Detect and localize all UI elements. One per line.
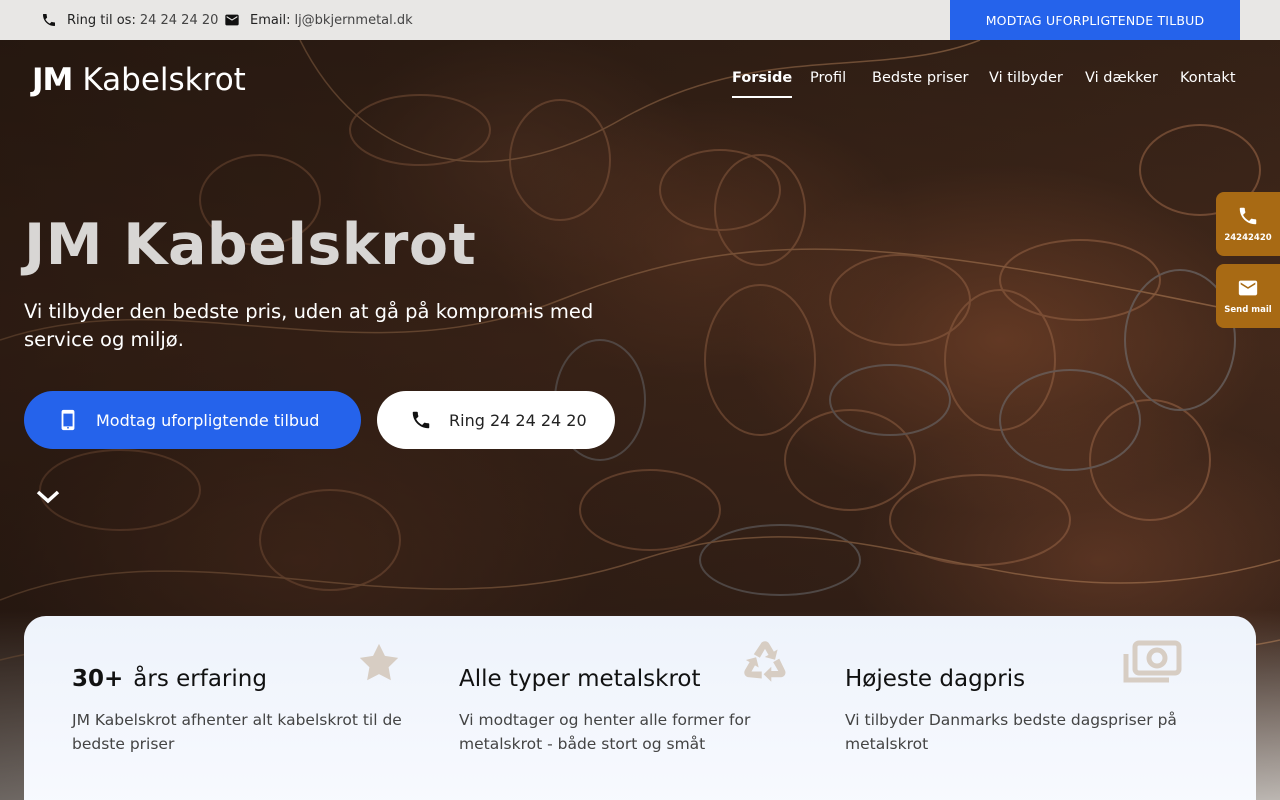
side-phone-label: 24242420 [1224,233,1272,243]
hero-quote-button-label: Modtag uforpligtende tilbud [96,410,320,430]
money-icon [1123,640,1182,683]
phone-contact[interactable]: Ring til os: 24 24 24 20 [41,0,218,40]
feature-title: 30+ års erfaring [72,666,267,692]
side-mail-widget[interactable]: Send mail [1216,264,1280,328]
side-phone-widget[interactable]: 24242420 [1216,192,1280,256]
scroll-down-chevron-icon[interactable] [35,487,61,507]
feature-text: Vi modtager og henter alle former for me… [459,711,751,753]
feature-experience: 30+ års erfaring JM Kabelskrot afhenter a… [72,616,432,800]
side-mail-label: Send mail [1224,305,1272,315]
feature-best-price: Højeste dagpris Vi tilbyder Danmarks bed… [845,616,1205,800]
top-bar: Ring til os: 24 24 24 20 Email: lj@bkjer… [0,0,1280,40]
smartphone-icon [61,409,75,431]
feature-title: Alle typer metalskrot [459,666,701,692]
feature-text: JM Kabelskrot afhenter alt kabelskrot ti… [72,711,402,753]
mail-icon [225,14,239,26]
hero-quote-button[interactable]: Modtag uforpligtende tilbud [24,391,361,449]
phone-icon [43,14,55,26]
phone-icon [412,411,430,429]
hero-call-button-label: Ring 24 24 24 20 [449,410,587,430]
nav-item-profil[interactable]: Profil [810,70,846,86]
features-card: 30+ års erfaring JM Kabelskrot afhenter a… [24,616,1256,800]
top-cta-button[interactable]: MODTAG UFORPLIGTENDE TILBUD [950,0,1240,40]
phone-label: Ring til os: [67,12,136,28]
hero-title: JM Kabelskrot [24,212,477,278]
nav-item-vi-daekker[interactable]: Vi dækker [1085,70,1158,86]
feature-metal-types: Alle typer metalskrot Vi modtager og hen… [459,616,819,800]
nav-item-vi-tilbyder[interactable]: Vi tilbyder [989,70,1063,86]
feature-title: Højeste dagpris [845,666,1026,692]
nav-item-forside[interactable]: Forside [732,70,793,98]
email-label: Email: [250,12,291,28]
recycle-icon [744,641,786,682]
hero-call-button[interactable]: Ring 24 24 24 20 [377,391,615,449]
nav-item-kontakt[interactable]: Kontakt [1180,70,1236,86]
email-contact[interactable]: Email: lj@bkjernmetal.dk [224,0,413,40]
star-icon [359,643,399,681]
main-nav: Forside Profil Bedste priser Vi tilbyder… [0,70,1280,100]
nav-item-bedste-priser[interactable]: Bedste priser [872,70,968,86]
feature-title-text: års erfaring [133,666,267,692]
mail-icon [1238,280,1258,296]
feature-number: 30+ [72,666,124,692]
hero-subtitle: Vi tilbyder den bedste pris, uden at gå … [24,300,594,351]
feature-text: Vi tilbyder Danmarks bedste dagspriser p… [845,711,1177,753]
email-value: lj@bkjernmetal.dk [294,12,413,28]
phone-icon [1239,207,1257,225]
phone-value: 24 24 24 20 [139,12,219,28]
